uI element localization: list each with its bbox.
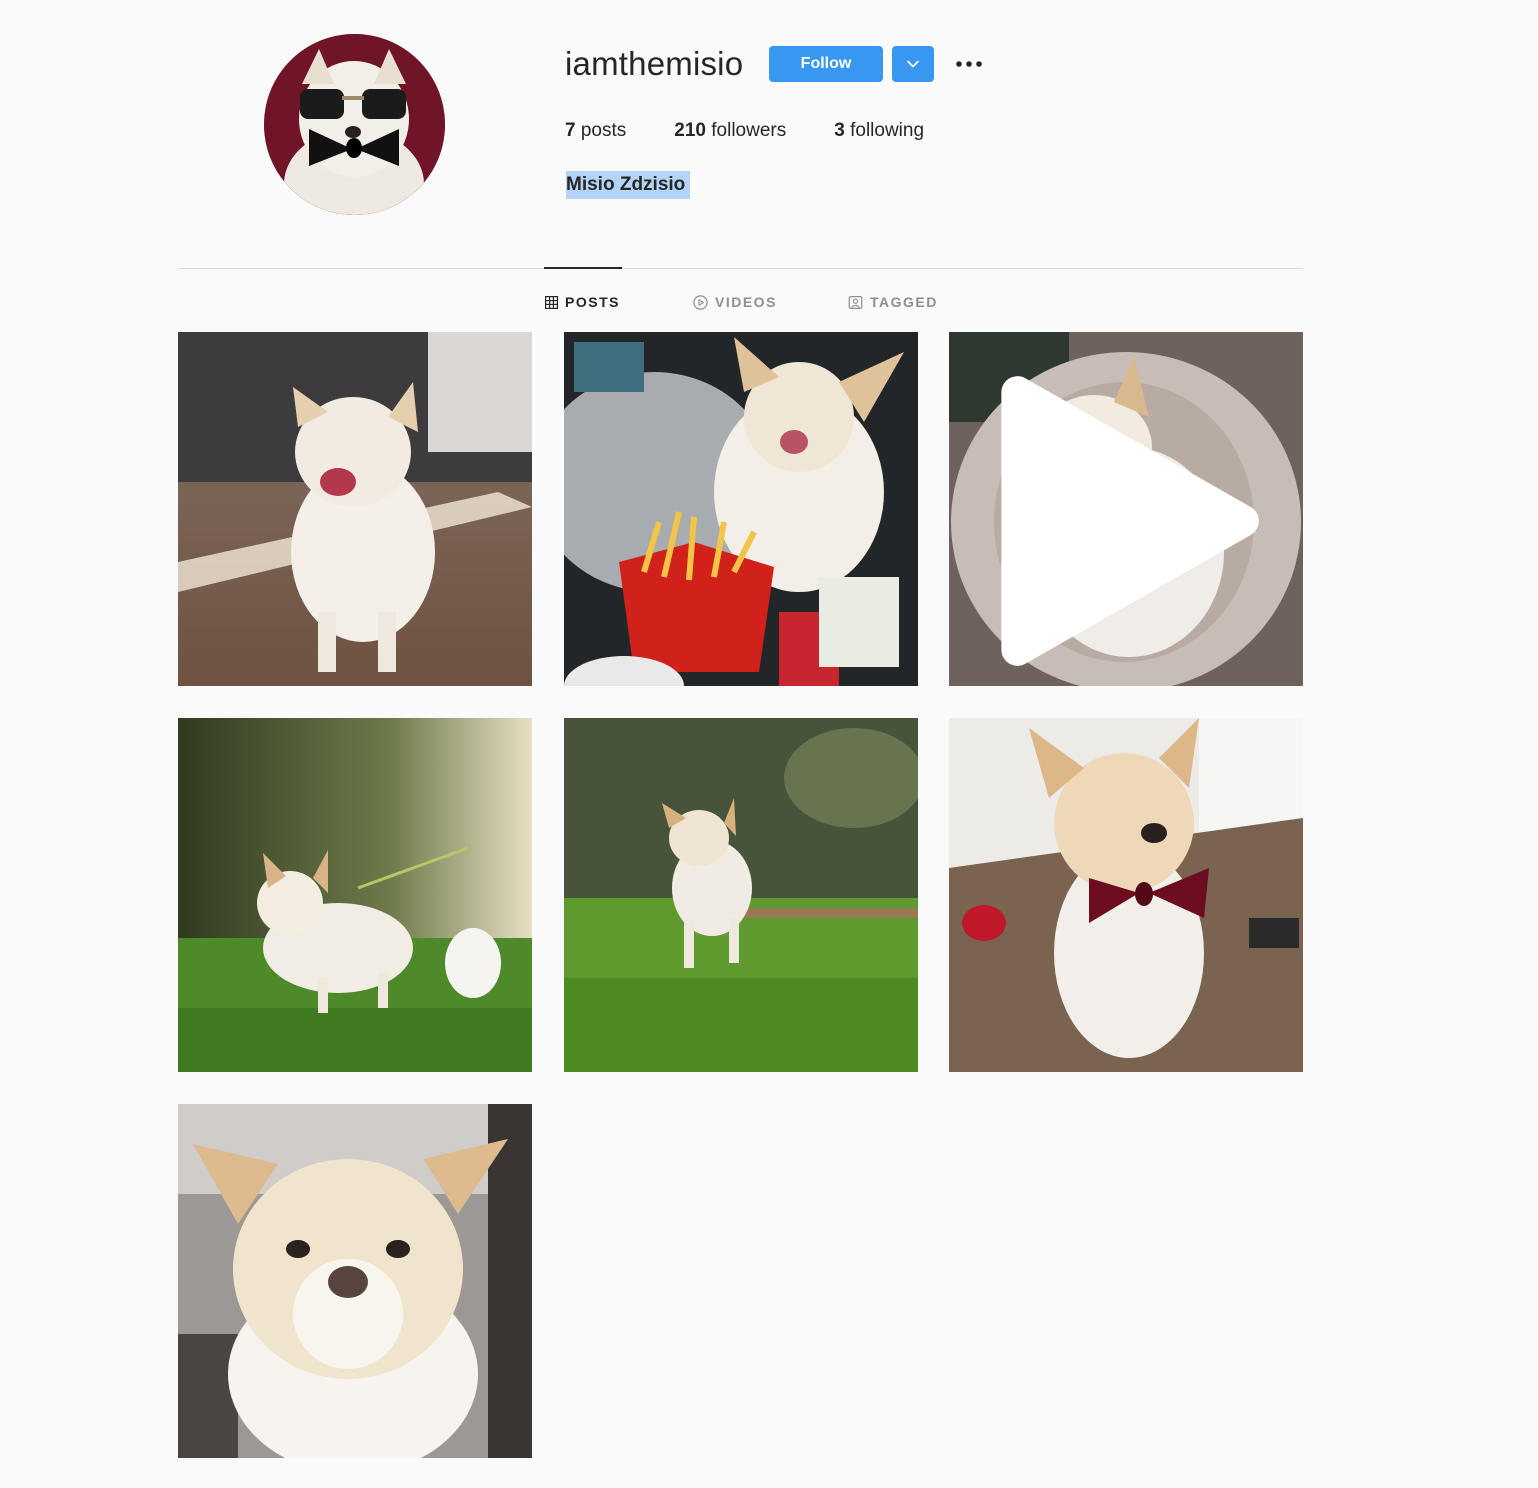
- avatar-dog-with-sunglasses-image: [264, 34, 445, 215]
- tab-videos-label: VIDEOS: [715, 294, 777, 310]
- following-count-stat[interactable]: 3 following: [834, 118, 924, 144]
- profile-stats: 7 posts 210 followers 3 following: [565, 118, 972, 144]
- more-options-button[interactable]: [950, 50, 988, 78]
- tag-person-icon: [848, 295, 863, 309]
- tab-tagged[interactable]: TAGGED: [848, 292, 938, 312]
- follow-button[interactable]: Follow: [769, 46, 883, 82]
- suggested-accounts-dropdown-button[interactable]: [892, 46, 934, 82]
- posts-count-stat: 7 posts: [565, 118, 626, 144]
- post-thumbnail[interactable]: [949, 332, 1303, 686]
- followers-count: 210: [674, 120, 706, 141]
- tab-tagged-label: TAGGED: [870, 294, 938, 310]
- tab-posts[interactable]: POSTS: [545, 292, 620, 312]
- post-thumbnail[interactable]: [178, 1104, 532, 1458]
- posts-label: posts: [580, 120, 627, 141]
- followers-count-stat[interactable]: 210 followers: [674, 118, 786, 144]
- profile-avatar[interactable]: [264, 34, 445, 215]
- post-image-dog-with-fries: [564, 332, 918, 686]
- followers-label: followers: [711, 120, 787, 141]
- profile-full-name: Misio Zdzisio: [566, 171, 691, 199]
- play-circle-icon: [693, 294, 708, 310]
- post-image-dog-running: [564, 718, 918, 1072]
- following-label: following: [850, 120, 925, 141]
- tab-posts-label: POSTS: [565, 294, 620, 310]
- post-thumbnail[interactable]: [949, 718, 1303, 1072]
- active-tab-indicator: [544, 267, 622, 269]
- post-image-dog-closeup: [178, 1104, 532, 1458]
- profile-page: iamthemisio Follow 7 posts 210 followers…: [0, 0, 1538, 1488]
- post-thumbnail[interactable]: [564, 332, 918, 686]
- post-image-dog-yawning: [178, 332, 532, 686]
- post-thumbnail[interactable]: [178, 718, 532, 1072]
- profile-username: iamthemisio: [565, 45, 744, 82]
- posts-count: 7: [565, 120, 576, 141]
- tabs-divider: [178, 268, 1303, 269]
- post-image-dog-with-bowtie: [949, 718, 1303, 1072]
- following-count: 3: [834, 120, 845, 141]
- post-thumbnail[interactable]: [178, 332, 532, 686]
- grid-icon: [545, 295, 558, 309]
- tab-videos[interactable]: VIDEOS: [693, 292, 777, 312]
- post-thumbnail[interactable]: [564, 718, 918, 1072]
- post-image-dog-on-leash: [178, 718, 532, 1072]
- more-dots-icon: [956, 61, 982, 67]
- video-play-icon: [1001, 376, 1259, 666]
- chevron-down-icon: [907, 60, 919, 68]
